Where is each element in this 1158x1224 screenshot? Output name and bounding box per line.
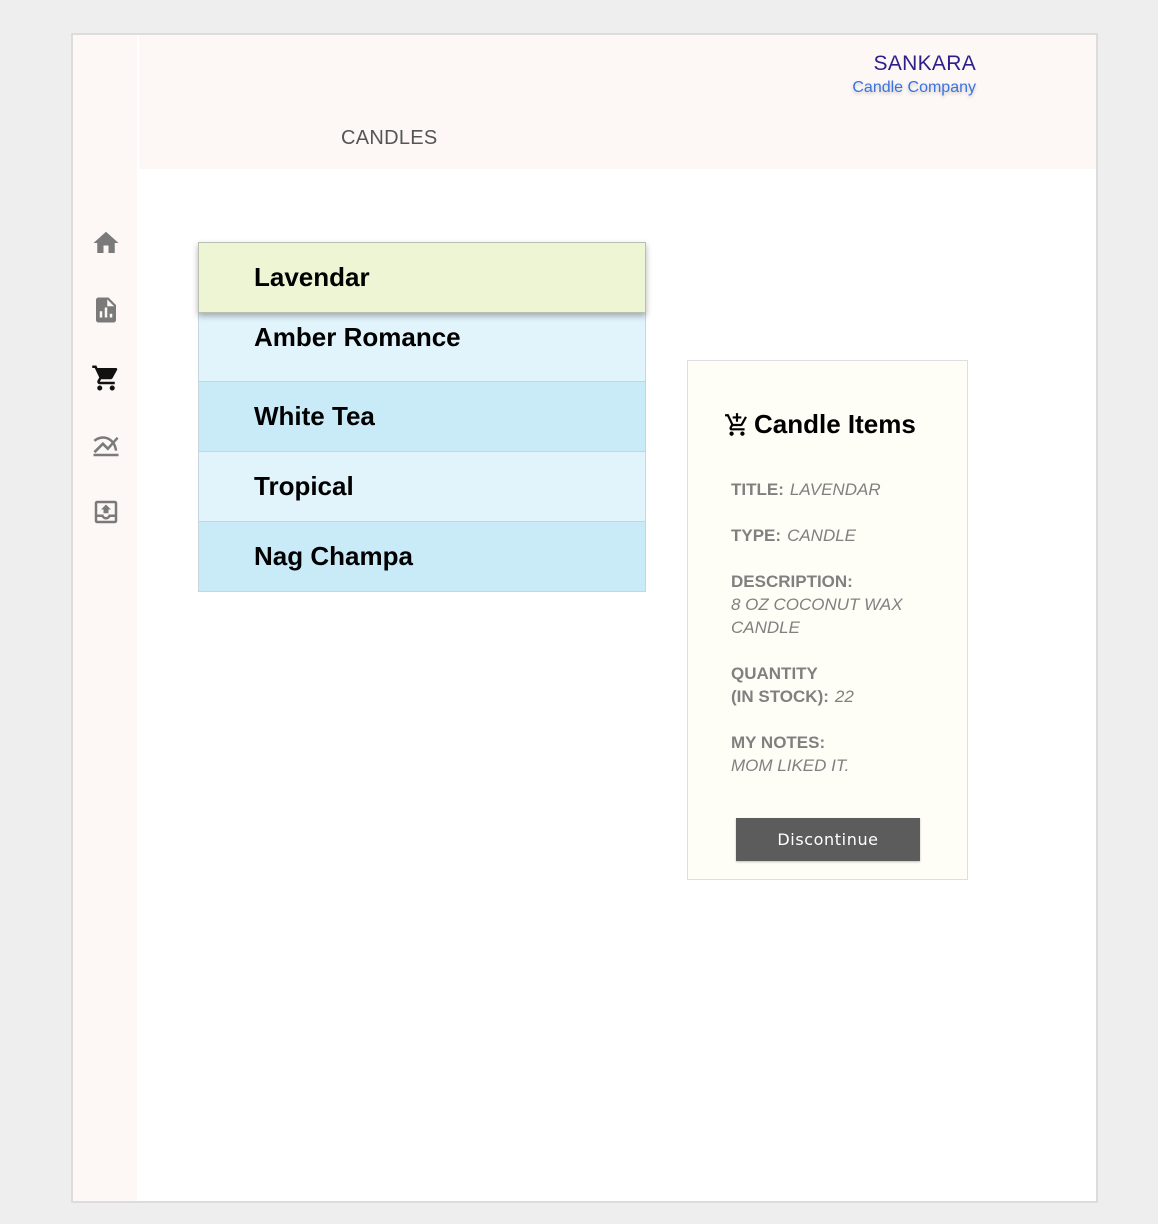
list-item[interactable]: White Tea bbox=[198, 382, 646, 452]
brand-logo: SANKARA Candle Company bbox=[852, 51, 976, 99]
chart-icon[interactable] bbox=[91, 430, 121, 460]
app-frame: SANKARA Candle Company CANDLES Lavendar … bbox=[71, 33, 1098, 1203]
discontinue-button[interactable]: Discontinue bbox=[736, 818, 920, 861]
list-item[interactable]: Lavendar bbox=[198, 242, 646, 313]
description-value: 8 OZ COCONUT WAX CANDLE bbox=[731, 595, 903, 637]
home-icon[interactable] bbox=[91, 228, 121, 258]
card-title: Candle Items bbox=[754, 409, 916, 439]
header: SANKARA Candle Company CANDLES bbox=[139, 35, 1096, 169]
quantity-label-instock: (IN STOCK): bbox=[731, 687, 829, 706]
brand-subtitle: Candle Company bbox=[852, 79, 976, 96]
list-item[interactable]: Nag Champa bbox=[198, 522, 646, 592]
brand-name: SANKARA bbox=[873, 52, 976, 75]
card-header: Candle Items bbox=[724, 409, 916, 440]
description-label: DESCRIPTION: bbox=[731, 572, 853, 591]
title-value: LAVENDAR bbox=[789, 480, 881, 499]
type-field: TYPE: CANDLE bbox=[731, 524, 856, 547]
notes-value: MOM LIKED IT. bbox=[731, 756, 850, 775]
candle-detail-card: Candle Items TITLE: LAVENDAR TYPE: CANDLE … bbox=[687, 360, 968, 880]
title-field: TITLE: LAVENDAR bbox=[731, 478, 881, 501]
sidebar bbox=[73, 35, 137, 1201]
upload-icon[interactable] bbox=[91, 497, 121, 527]
description-field: DESCRIPTION: 8 OZ COCONUT WAX CANDLE bbox=[731, 570, 931, 639]
list-item[interactable]: Amber Romance bbox=[198, 312, 646, 382]
notes-label: MY NOTES: bbox=[731, 733, 826, 752]
type-value: CANDLE bbox=[787, 526, 857, 545]
add-to-cart-icon bbox=[724, 412, 750, 438]
candle-list: Lavendar Amber Romance White Tea Tropica… bbox=[198, 242, 646, 592]
type-label: TYPE: bbox=[731, 526, 782, 545]
quantity-label: QUANTITY bbox=[731, 664, 818, 683]
report-icon[interactable] bbox=[91, 295, 121, 325]
quantity-value: 22 bbox=[834, 687, 854, 706]
cart-icon[interactable] bbox=[91, 363, 121, 393]
title-label: TITLE: bbox=[731, 480, 784, 499]
list-item[interactable]: Tropical bbox=[198, 452, 646, 522]
page-title: CANDLES bbox=[341, 127, 438, 149]
notes-field: MY NOTES: MOM LIKED IT. bbox=[731, 731, 849, 777]
quantity-field: QUANTITY (IN STOCK): 22 bbox=[731, 662, 854, 708]
